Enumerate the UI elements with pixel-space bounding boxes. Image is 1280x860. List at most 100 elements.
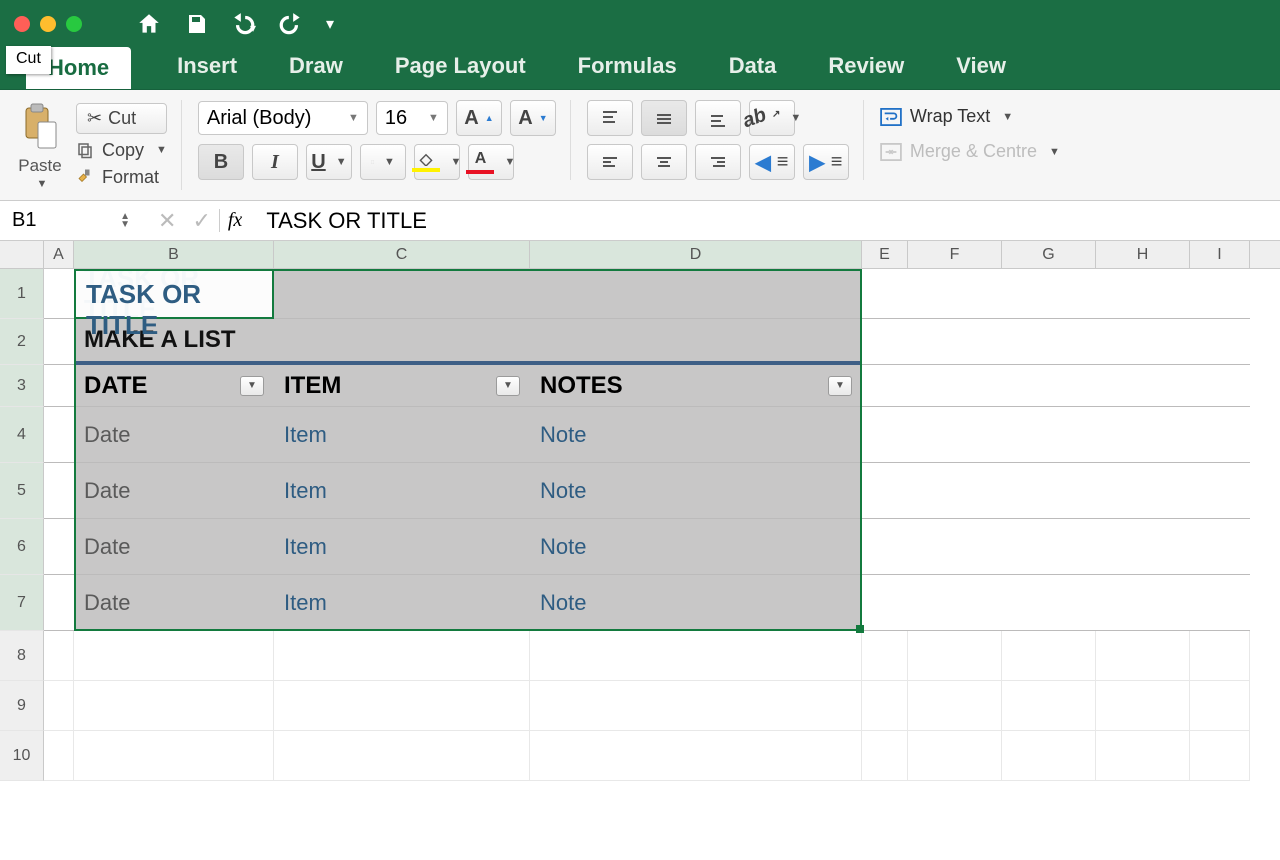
row-header-10[interactable]: 10: [0, 731, 44, 781]
copy-icon: [76, 141, 94, 159]
align-right-button[interactable]: [695, 144, 741, 180]
caret-up-icon: ▲: [485, 113, 494, 123]
cell-item[interactable]: Item: [274, 519, 530, 575]
header-date[interactable]: DATE ▼: [74, 365, 274, 407]
filter-button-date[interactable]: ▼: [240, 376, 264, 396]
merge-centre-button[interactable]: Merge & Centre ▼: [880, 141, 1060, 162]
paste-icon[interactable]: [18, 100, 62, 154]
cell-notes[interactable]: Note: [530, 407, 862, 463]
row-header-8[interactable]: 8: [0, 631, 44, 681]
format-painter-button[interactable]: Format: [76, 167, 167, 188]
row-header-4[interactable]: 4: [0, 407, 44, 463]
minimize-window[interactable]: [40, 16, 56, 32]
bold-button[interactable]: B: [198, 144, 244, 180]
confirm-formula-button[interactable]: ✓: [184, 208, 218, 234]
row-header-9[interactable]: 9: [0, 681, 44, 731]
col-header-d[interactable]: D: [530, 241, 862, 268]
font-color-button[interactable]: A ▼: [468, 144, 514, 180]
wrap-text-button[interactable]: Wrap Text ▼: [880, 106, 1060, 127]
tab-view[interactable]: View: [950, 47, 1012, 89]
tab-page-layout[interactable]: Page Layout: [389, 47, 532, 89]
filter-button-item[interactable]: ▼: [496, 376, 520, 396]
tab-draw[interactable]: Draw: [283, 47, 349, 89]
cell-notes[interactable]: Note: [530, 463, 862, 519]
align-center-button[interactable]: [641, 144, 687, 180]
copy-caret-icon: ▼: [156, 144, 167, 156]
cut-button[interactable]: ✂ Cut: [76, 103, 167, 134]
cancel-formula-button[interactable]: ✕: [150, 208, 184, 234]
cell-notes[interactable]: Note: [530, 575, 862, 631]
increase-indent-button[interactable]: ▶≡: [803, 144, 849, 180]
col-header-e[interactable]: E: [862, 241, 908, 268]
font-size-select[interactable]: 16 ▼: [376, 101, 448, 135]
row-header-2[interactable]: 2: [0, 319, 44, 365]
align-top-button[interactable]: [587, 100, 633, 136]
font-name-select[interactable]: Arial (Body) ▼: [198, 101, 368, 135]
close-window[interactable]: [14, 16, 30, 32]
underline-button[interactable]: U▼: [306, 144, 352, 180]
increase-font-button[interactable]: A▲: [456, 100, 502, 136]
align-bottom-button[interactable]: [695, 100, 741, 136]
redo-icon[interactable]: [278, 11, 304, 37]
cell-subtitle[interactable]: MAKE A LIST: [74, 319, 274, 365]
cell-date[interactable]: Date: [74, 407, 274, 463]
name-box[interactable]: B1 ▲▼: [0, 209, 136, 232]
col-header-g[interactable]: G: [1002, 241, 1096, 268]
decrease-font-button[interactable]: A▼: [510, 100, 556, 136]
cell-item[interactable]: Item: [274, 407, 530, 463]
align-middle-button[interactable]: [641, 100, 687, 136]
paste-menu-caret[interactable]: ▼: [37, 178, 48, 190]
filter-button-notes[interactable]: ▼: [828, 376, 852, 396]
tab-data[interactable]: Data: [723, 47, 783, 89]
fill-color-button[interactable]: ▼: [414, 144, 460, 180]
caret-down-icon[interactable]: ▼: [120, 221, 130, 229]
spreadsheet-grid[interactable]: 1 2 3 4 5 6 7 8 9 10 TASK OR TITLE MAKE …: [0, 269, 1280, 781]
align-middle-icon: [655, 109, 673, 127]
cell-notes[interactable]: Note: [530, 519, 862, 575]
table-row[interactable]: DateItemNote: [44, 463, 1280, 519]
col-header-i[interactable]: I: [1190, 241, 1250, 268]
table-row[interactable]: DateItemNote: [44, 407, 1280, 463]
customize-qat-icon[interactable]: ▾: [326, 11, 334, 37]
ribbon-tabs: Cut Home Insert Draw Page Layout Formula…: [0, 48, 1280, 90]
row-header-3[interactable]: 3: [0, 365, 44, 407]
cell-date[interactable]: Date: [74, 519, 274, 575]
row-header-7[interactable]: 7: [0, 575, 44, 631]
fx-label[interactable]: fx: [219, 209, 250, 232]
row-header-1[interactable]: 1: [0, 269, 44, 319]
cell-date[interactable]: Date: [74, 463, 274, 519]
header-notes[interactable]: NOTES ▼: [530, 365, 862, 407]
formula-input[interactable]: TASK OR TITLE: [250, 208, 1280, 234]
cell-item[interactable]: Item: [274, 575, 530, 631]
copy-button[interactable]: Copy ▼: [76, 140, 167, 161]
italic-button[interactable]: I: [252, 144, 298, 180]
cell-title[interactable]: TASK OR TITLE: [74, 269, 274, 319]
col-header-h[interactable]: H: [1096, 241, 1190, 268]
col-header-f[interactable]: F: [908, 241, 1002, 268]
col-header-a[interactable]: A: [44, 241, 74, 268]
align-left-button[interactable]: [587, 144, 633, 180]
titlebar: ▾ ▾: [0, 0, 1280, 48]
table-row[interactable]: DateItemNote: [44, 519, 1280, 575]
table-row[interactable]: DateItemNote: [44, 575, 1280, 631]
col-header-c[interactable]: C: [274, 241, 530, 268]
tab-formulas[interactable]: Formulas: [572, 47, 683, 89]
row-header-6[interactable]: 6: [0, 519, 44, 575]
cell-item[interactable]: Item: [274, 463, 530, 519]
tab-review[interactable]: Review: [822, 47, 910, 89]
cut-tooltip: Cut: [6, 46, 51, 74]
paste-label[interactable]: Paste: [18, 156, 61, 176]
undo-icon[interactable]: ▾: [230, 11, 256, 37]
decrease-indent-button[interactable]: ◀≡: [749, 144, 795, 180]
borders-button[interactable]: ▼: [360, 144, 406, 180]
zoom-window[interactable]: [66, 16, 82, 32]
orientation-button[interactable]: ab ↗▼: [749, 100, 795, 136]
save-icon[interactable]: [184, 11, 208, 37]
row-header-5[interactable]: 5: [0, 463, 44, 519]
col-header-b[interactable]: B: [74, 241, 274, 268]
header-item[interactable]: ITEM ▼: [274, 365, 530, 407]
home-icon[interactable]: [136, 11, 162, 37]
select-all-corner[interactable]: [0, 241, 44, 269]
tab-insert[interactable]: Insert: [171, 47, 243, 89]
cell-date[interactable]: Date: [74, 575, 274, 631]
